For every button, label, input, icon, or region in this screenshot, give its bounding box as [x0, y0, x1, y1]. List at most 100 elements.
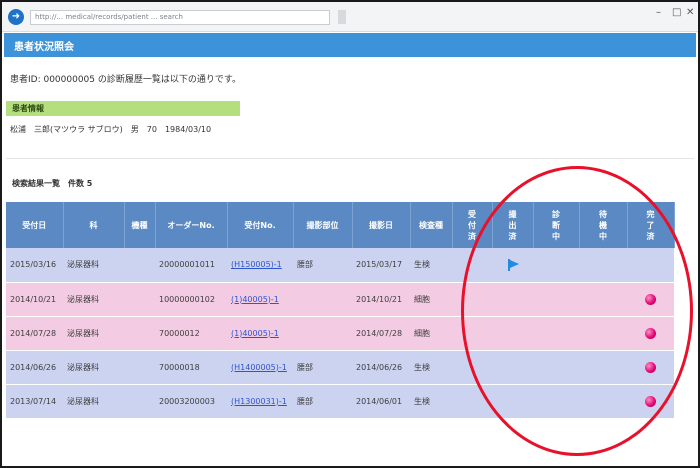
status-cell — [533, 248, 579, 283]
cell-dept: 泌尿器科 — [63, 282, 124, 317]
cell-part — [293, 282, 352, 317]
cell-model — [124, 316, 155, 351]
column-header[interactable]: 受付日 — [6, 202, 64, 248]
column-header[interactable]: 受付済 — [452, 202, 493, 248]
browser-toolbar: ➜ http://... medical/records/patient ...… — [2, 2, 698, 32]
patient-info-header: 患者情報 — [6, 101, 240, 116]
status-cell — [627, 248, 674, 283]
cell-recv[interactable]: (H1300031)-1 — [227, 384, 293, 419]
table-row[interactable]: 2014/10/21 泌尿器科 10000000102 (1)40005)-1 2014… — [6, 282, 674, 317]
pink-dot-icon — [645, 361, 656, 373]
cell-kind: 生検 — [410, 384, 452, 419]
status-cell — [627, 350, 674, 385]
receipt-link[interactable]: (H1400005)-1 — [231, 363, 287, 372]
results-table: 受付日科機種 オーダーNo. 受付No. 撮影部位 撮影日 検査種 受付済 撮出済 診断中 待機中… — [6, 202, 675, 419]
flag-icon — [507, 258, 519, 271]
cell-shot: 2014/06/01 — [352, 384, 410, 419]
pink-dot-icon — [645, 395, 656, 407]
cell-part: 腰部 — [293, 384, 352, 419]
cell-model — [124, 248, 155, 283]
cell-recv[interactable]: (1)40005)-1 — [227, 282, 293, 317]
cell-date: 2013/07/14 — [6, 384, 63, 419]
cell-part: 腰部 — [293, 248, 352, 283]
column-header[interactable]: 科 — [63, 202, 125, 248]
status-cell — [452, 282, 492, 317]
cell-model — [124, 384, 155, 419]
table-header-row: 受付日科機種 オーダーNo. 受付No. 撮影部位 撮影日 検査種 受付済 撮出済 診断中 待機中… — [6, 202, 675, 248]
receipt-link[interactable]: (1)40005)-1 — [231, 295, 279, 304]
cell-order: 70000018 — [155, 350, 227, 385]
status-cell — [579, 282, 627, 317]
column-header[interactable]: 診断中 — [533, 202, 580, 248]
pink-dot-icon — [645, 293, 656, 305]
status-cell — [579, 384, 627, 419]
cell-recv[interactable]: (H150005)-1 — [227, 248, 293, 283]
cell-date: 2014/07/28 — [6, 316, 63, 351]
cell-kind: 生検 — [410, 248, 452, 283]
tab-chip[interactable] — [338, 10, 346, 24]
patient-info-line: 松浦 三郎(マツウラ サブロウ) 男 70 1984/03/10 — [10, 125, 212, 134]
result-count-title: 検索結果一覧 件数 5 — [12, 179, 93, 188]
column-header[interactable]: 機種 — [124, 202, 156, 248]
cell-part: 腰部 — [293, 350, 352, 385]
cell-model — [124, 350, 155, 385]
address-bar[interactable]: http://... medical/records/patient ... s… — [30, 10, 330, 25]
receipt-link[interactable]: (H150005)-1 — [231, 260, 282, 269]
cell-shot: 2015/03/17 — [352, 248, 410, 283]
status-cell — [452, 350, 492, 385]
status-cell — [579, 248, 627, 283]
column-header[interactable]: 撮影部位 — [293, 202, 353, 248]
table-row[interactable]: 2014/06/26 泌尿器科 70000018 (H1400005)-1 腰部 2014… — [6, 350, 674, 385]
status-cell — [533, 350, 579, 385]
cell-shot: 2014/10/21 — [352, 282, 410, 317]
table-row[interactable]: 2015/03/16 泌尿器科 20000001011 (H150005)-1 腰部 20… — [6, 248, 674, 283]
status-cell — [533, 384, 579, 419]
maximize-icon[interactable]: □ — [672, 7, 681, 18]
cell-order: 10000000102 — [155, 282, 227, 317]
close-icon[interactable]: ✕ — [686, 7, 694, 18]
cell-dept: 泌尿器科 — [63, 384, 124, 419]
status-cell — [627, 384, 674, 419]
status-cell — [533, 316, 579, 351]
receipt-link[interactable]: (1)40005)-1 — [231, 329, 279, 338]
cell-dept: 泌尿器科 — [63, 248, 124, 283]
status-cell — [452, 316, 492, 351]
column-header[interactable]: 検査種 — [410, 202, 453, 248]
status-cell — [492, 316, 533, 351]
patient-info-label: 患者情報 — [12, 104, 44, 113]
cell-order: 70000012 — [155, 316, 227, 351]
back-arrow-icon[interactable]: ➜ — [8, 9, 24, 25]
column-header[interactable]: 撮影日 — [352, 202, 411, 248]
status-cell — [492, 384, 533, 419]
pink-dot-icon — [645, 327, 656, 339]
status-cell — [452, 248, 492, 283]
column-header[interactable]: 完了済 — [627, 202, 675, 248]
column-header[interactable]: 撮出済 — [492, 202, 534, 248]
cell-dept: 泌尿器科 — [63, 350, 124, 385]
table-row[interactable]: 2014/07/28 泌尿器科 70000012 (1)40005)-1 2014/07… — [6, 316, 674, 351]
column-header[interactable]: 受付No. — [227, 202, 294, 248]
table-row[interactable]: 2013/07/14 泌尿器科 20003200003 (H1300031)-1 腰部 2… — [6, 384, 674, 419]
receipt-link[interactable]: (H1300031)-1 — [231, 397, 287, 406]
status-cell — [492, 282, 533, 317]
status-cell — [627, 282, 674, 317]
table-body: 2015/03/16 泌尿器科 20000001011 (H150005)-1 腰部 20… — [6, 248, 674, 419]
cell-shot: 2014/06/26 — [352, 350, 410, 385]
minimize-icon[interactable]: – — [656, 7, 661, 18]
cell-kind: 細胞 — [410, 282, 452, 317]
column-header[interactable]: 待機中 — [579, 202, 628, 248]
status-cell — [533, 282, 579, 317]
column-header[interactable]: オーダーNo. — [155, 202, 228, 248]
cell-kind: 生検 — [410, 350, 452, 385]
cell-model — [124, 282, 155, 317]
cell-date: 2014/06/26 — [6, 350, 63, 385]
cell-part — [293, 316, 352, 351]
cell-order: 20000001011 — [155, 248, 227, 283]
status-cell — [492, 350, 533, 385]
cell-dept: 泌尿器科 — [63, 316, 124, 351]
cell-recv[interactable]: (H1400005)-1 — [227, 350, 293, 385]
cell-date: 2015/03/16 — [6, 248, 63, 283]
cell-date: 2014/10/21 — [6, 282, 63, 317]
cell-recv[interactable]: (1)40005)-1 — [227, 316, 293, 351]
status-cell — [492, 248, 533, 283]
